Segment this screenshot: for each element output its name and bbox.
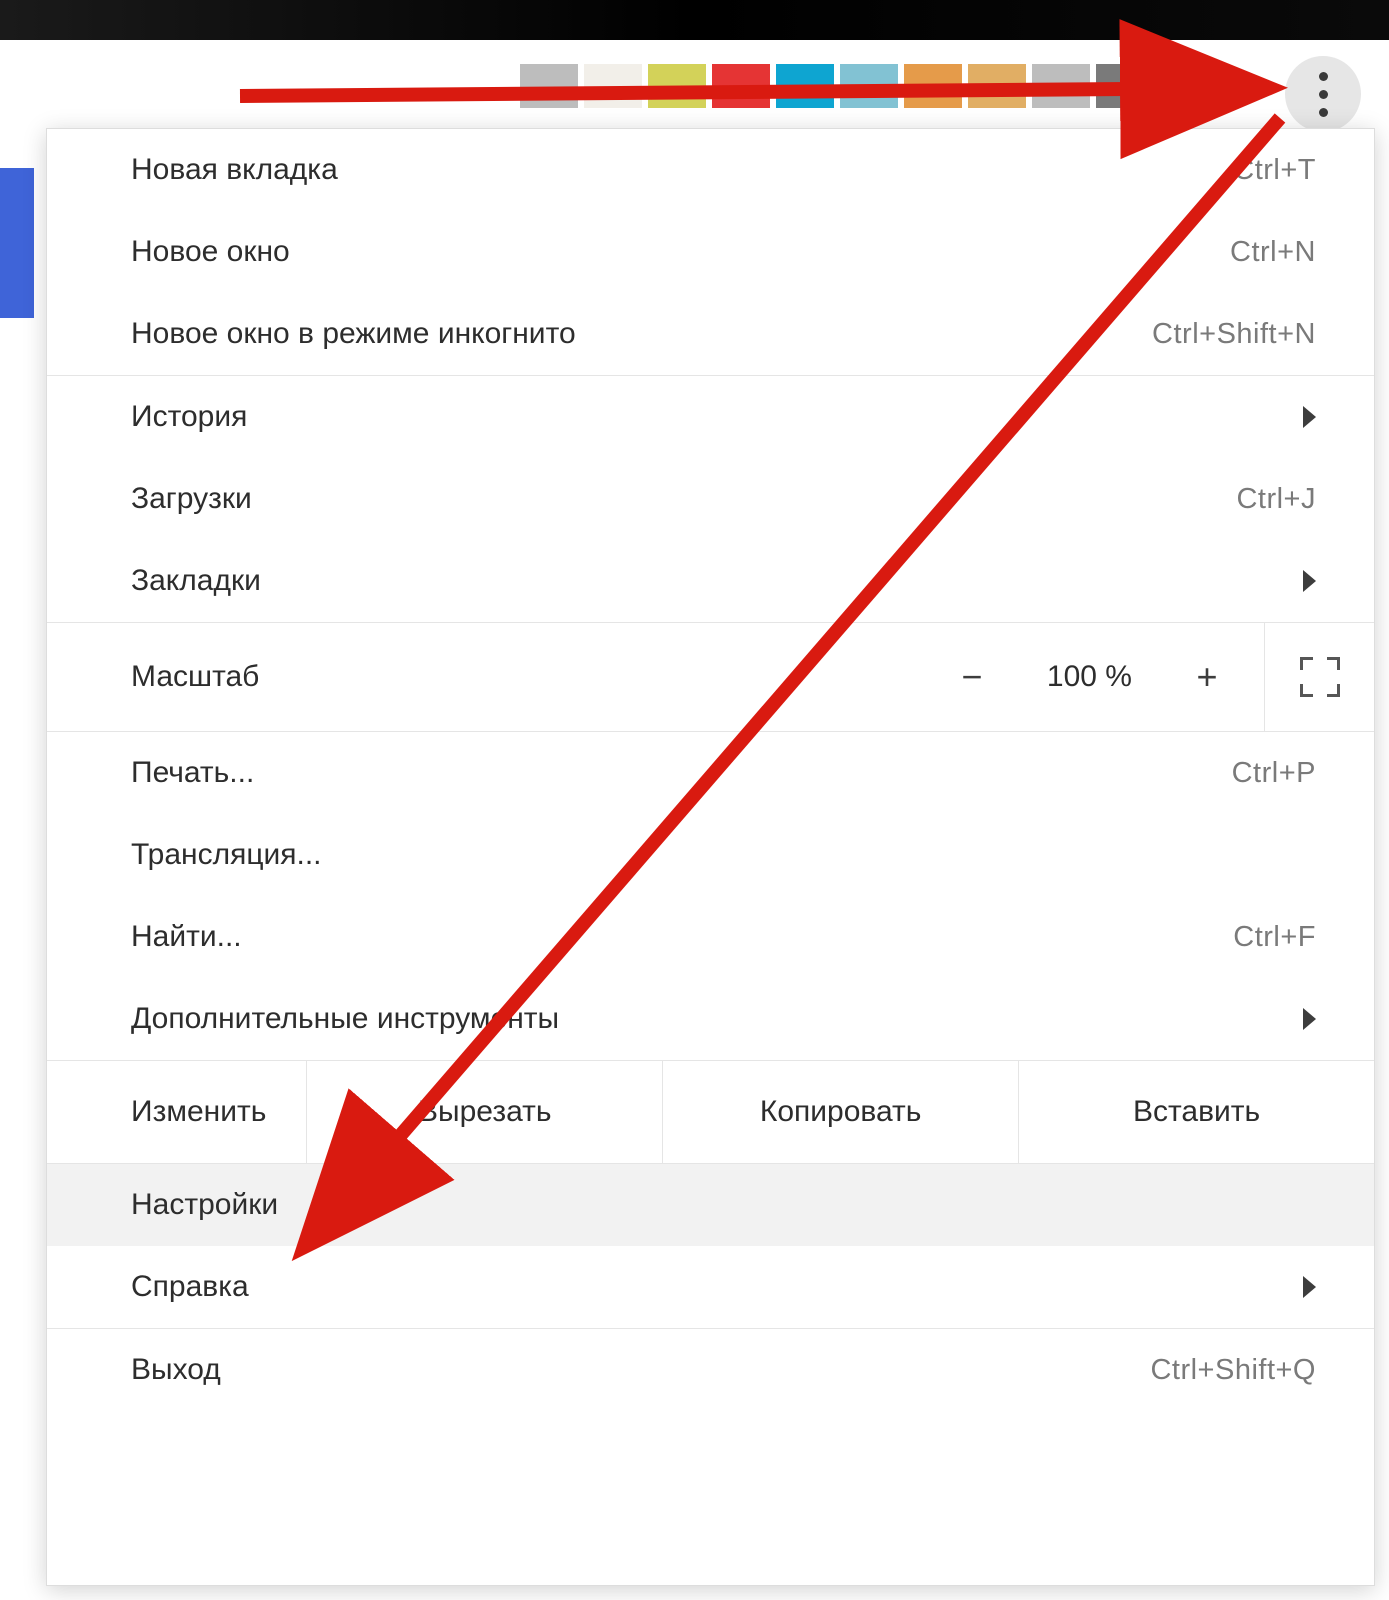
menu-item-label: Справка — [131, 1270, 249, 1304]
zoom-label: Масштаб — [131, 660, 945, 694]
tab-favicon[interactable] — [968, 64, 1026, 108]
paste-button[interactable]: Вставить — [1018, 1061, 1374, 1163]
menu-section: История Загрузки Ctrl+J Закладки — [47, 376, 1374, 623]
chrome-menu-button[interactable] — [1285, 56, 1361, 132]
kebab-dot — [1319, 90, 1328, 99]
zoom-in-button[interactable]: + — [1180, 650, 1234, 704]
tab-favicon[interactable] — [712, 64, 770, 108]
fullscreen-icon — [1300, 657, 1340, 697]
tab-favicon[interactable] — [1096, 64, 1154, 108]
tab-favicon[interactable] — [584, 64, 642, 108]
menu-item-label: Новое окно — [131, 235, 290, 269]
menu-item-label: История — [131, 400, 247, 434]
kebab-dot — [1319, 72, 1328, 81]
menu-item-label: Новая вкладка — [131, 153, 338, 187]
window-title-bar — [0, 0, 1389, 40]
menu-item-shortcut: Ctrl+Shift+Q — [1150, 1354, 1316, 1387]
menu-item[interactable]: История — [47, 376, 1374, 458]
tab-favicon[interactable] — [648, 64, 706, 108]
menu-item[interactable]: Новое окно Ctrl+N — [47, 211, 1374, 293]
menu-item-label: Новое окно в режиме инкогнито — [131, 317, 576, 351]
zoom-controls: − 100 % + — [945, 650, 1238, 704]
menu-item-label: Найти... — [131, 920, 242, 954]
menu-section: Выход Ctrl+Shift+Q — [47, 1329, 1374, 1411]
menu-section: Печать... Ctrl+P Трансляция... Найти... Ctrl… — [47, 732, 1374, 1061]
menu-item[interactable]: Настройки — [47, 1164, 1374, 1246]
cut-button[interactable]: Вырезать — [306, 1061, 662, 1163]
menu-item-label: Печать... — [131, 756, 254, 790]
menu-item[interactable]: Новая вкладка Ctrl+T — [47, 129, 1374, 211]
menu-item[interactable]: Найти... Ctrl+F — [47, 896, 1374, 978]
menu-item-label: Дополнительные инструменты — [131, 1002, 559, 1036]
chrome-main-menu: Новая вкладкаCtrl+TНовое окноCtrl+NНовое… — [46, 128, 1375, 1586]
zoom-row: Масштаб− 100 % + — [47, 623, 1374, 731]
kebab-dot — [1319, 108, 1328, 117]
menu-item-label: Закладки — [131, 564, 261, 598]
menu-item-shortcut: Ctrl+N — [1230, 236, 1316, 269]
menu-item-shortcut: Ctrl+J — [1236, 483, 1316, 516]
menu-item-shortcut: Ctrl+T — [1233, 154, 1316, 187]
menu-item-label: Трансляция... — [131, 838, 322, 872]
chevron-right-icon — [1303, 406, 1316, 428]
menu-section: Масштаб− 100 % + — [47, 623, 1374, 732]
menu-item-label: Настройки — [131, 1188, 278, 1222]
tab-favicon[interactable] — [1032, 64, 1090, 108]
menu-item[interactable]: Печать... Ctrl+P — [47, 732, 1374, 814]
tab-favicon[interactable] — [840, 64, 898, 108]
tab-favicon[interactable] — [520, 64, 578, 108]
menu-item[interactable]: Справка — [47, 1246, 1374, 1328]
menu-section: ИзменитьВырезатьКопироватьВставить — [47, 1061, 1374, 1164]
menu-item[interactable]: Выход Ctrl+Shift+Q — [47, 1329, 1374, 1411]
tab-favicon[interactable] — [904, 64, 962, 108]
menu-item-shortcut: Ctrl+F — [1233, 921, 1316, 954]
menu-item[interactable]: Дополнительные инструменты — [47, 978, 1374, 1060]
menu-item-shortcut: Ctrl+P — [1232, 757, 1316, 790]
menu-item-label: Загрузки — [131, 482, 252, 516]
menu-item[interactable]: Загрузки Ctrl+J — [47, 458, 1374, 540]
zoom-value: 100 % — [1037, 660, 1142, 694]
menu-section: Новая вкладкаCtrl+TНовое окноCtrl+NНовое… — [47, 129, 1374, 376]
chevron-right-icon — [1303, 1276, 1316, 1298]
fullscreen-button[interactable] — [1264, 623, 1374, 731]
menu-item[interactable]: Новое окно в режиме инкогнито Ctrl+Shift+… — [47, 293, 1374, 375]
tab-strip — [520, 64, 1189, 112]
menu-item[interactable]: Закладки — [47, 540, 1374, 622]
copy-button[interactable]: Копировать — [662, 1061, 1018, 1163]
menu-section: Настройки Справка — [47, 1164, 1374, 1329]
chevron-right-icon — [1303, 1008, 1316, 1030]
edit-row: ИзменитьВырезатьКопироватьВставить — [47, 1061, 1374, 1163]
tab-favicon[interactable] — [776, 64, 834, 108]
page-accent-stripe — [0, 168, 34, 318]
menu-item[interactable]: Трансляция... — [47, 814, 1374, 896]
chevron-right-icon — [1303, 570, 1316, 592]
menu-item-label: Выход — [131, 1353, 221, 1387]
edit-label: Изменить — [47, 1061, 306, 1163]
zoom-out-button[interactable]: − — [945, 650, 999, 704]
menu-item-shortcut: Ctrl+Shift+N — [1152, 318, 1316, 351]
